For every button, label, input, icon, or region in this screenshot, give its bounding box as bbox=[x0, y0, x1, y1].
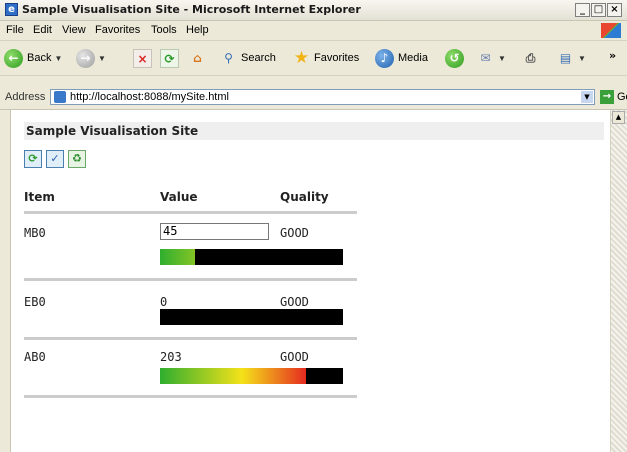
menu-help[interactable]: Help bbox=[186, 24, 209, 36]
forward-arrow-icon: → bbox=[76, 48, 95, 68]
scroll-up-arrow-icon[interactable]: ▲ bbox=[612, 111, 625, 124]
address-field[interactable]: http://localhost:8088/mySite.html ▼ bbox=[50, 89, 595, 105]
address-bar: Address http://localhost:8088/mySite.htm… bbox=[0, 87, 627, 110]
level-fill-mb0 bbox=[160, 249, 195, 265]
stop-icon: × bbox=[133, 48, 152, 68]
row-quality-eb0: GOOD bbox=[280, 295, 309, 309]
address-label: Address bbox=[5, 91, 46, 103]
menu-tools[interactable]: Tools bbox=[151, 24, 177, 36]
address-url[interactable]: http://localhost:8088/mySite.html bbox=[70, 91, 229, 103]
go-button[interactable]: → Go bbox=[600, 90, 627, 104]
level-bar-ab0 bbox=[160, 368, 343, 384]
page-icon-row: ⟳ ✓ ♻ bbox=[24, 150, 86, 168]
edit-button[interactable]: ▤ ▼ bbox=[556, 47, 586, 69]
back-arrow-icon: ← bbox=[4, 48, 23, 68]
value-input-mb0[interactable]: 45 bbox=[160, 223, 269, 240]
edit-page-icon: ▤ bbox=[559, 50, 572, 65]
site-header: Sample Visualisation Site bbox=[24, 122, 604, 140]
print-button[interactable]: ⎙ bbox=[521, 47, 540, 69]
row-item-ab0: AB0 bbox=[24, 350, 46, 364]
refresh-button[interactable]: ⟳ bbox=[160, 47, 179, 69]
edit-dropdown-icon[interactable]: ▼ bbox=[578, 54, 586, 63]
header-value: Value bbox=[160, 190, 198, 204]
row-quality-ab0: GOOD bbox=[280, 350, 309, 364]
mail-button[interactable]: ✉ ▼ bbox=[476, 47, 506, 69]
history-button[interactable]: ↺ bbox=[445, 47, 464, 69]
standard-toolbar: ← Back ▼ → ▼ × ⟳ ⌂ ⚲ Search ★ Favorites … bbox=[0, 41, 627, 76]
favorites-label: Favorites bbox=[314, 52, 360, 64]
vertical-scrollbar[interactable]: ▲ bbox=[610, 110, 627, 452]
level-fill-ab0 bbox=[160, 368, 306, 384]
home-button[interactable]: ⌂ bbox=[188, 47, 207, 69]
menu-view[interactable]: View bbox=[62, 24, 86, 36]
search-label: Search bbox=[241, 52, 276, 64]
favorites-button[interactable]: ★ Favorites bbox=[292, 47, 359, 69]
menu-bar: File Edit View Favorites Tools Help bbox=[0, 21, 627, 41]
chevron-right-icon: » bbox=[609, 48, 617, 62]
recycle-icon[interactable]: ♻ bbox=[68, 150, 86, 168]
page-icon bbox=[54, 91, 66, 103]
header-quality: Quality bbox=[280, 190, 329, 204]
ie-icon: e bbox=[5, 3, 18, 16]
checkbox-icon[interactable]: ✓ bbox=[46, 150, 64, 168]
menu-file[interactable]: File bbox=[6, 24, 24, 36]
row-item-mb0: MB0 bbox=[24, 226, 46, 240]
menu-edit[interactable]: Edit bbox=[33, 24, 52, 36]
home-icon: ⌂ bbox=[193, 50, 202, 65]
row-divider-3 bbox=[24, 395, 357, 398]
media-label: Media bbox=[398, 52, 428, 64]
back-button[interactable]: ← Back ▼ bbox=[4, 47, 62, 69]
go-label: Go bbox=[617, 91, 627, 103]
row-item-eb0: EB0 bbox=[24, 295, 46, 309]
search-button[interactable]: ⚲ Search bbox=[219, 47, 276, 69]
windows-logo-icon bbox=[601, 23, 621, 38]
back-label: Back bbox=[27, 52, 52, 64]
window-title: Sample Visualisation Site - Microsoft In… bbox=[22, 3, 361, 16]
forward-button[interactable]: → ▼ bbox=[76, 47, 106, 69]
toolbar-overflow-button[interactable]: » bbox=[609, 44, 616, 66]
go-arrow-icon: → bbox=[600, 90, 614, 104]
address-dropdown-icon[interactable]: ▼ bbox=[581, 91, 593, 103]
row-value-eb0: 0 bbox=[160, 295, 168, 309]
row-divider-1 bbox=[24, 278, 357, 281]
window-controls: _ □ × bbox=[574, 2, 622, 17]
media-icon: ♪ bbox=[375, 48, 394, 68]
browser-window: e Sample Visualisation Site - Microsoft … bbox=[0, 0, 627, 452]
header-divider bbox=[24, 211, 357, 214]
row-value-ab0: 203 bbox=[160, 350, 182, 364]
level-bar-mb0 bbox=[160, 249, 343, 265]
row-quality-mb0: GOOD bbox=[280, 226, 309, 240]
close-button[interactable]: × bbox=[607, 3, 622, 17]
mail-icon: ✉ bbox=[480, 50, 491, 65]
title-bar: e Sample Visualisation Site - Microsoft … bbox=[0, 0, 627, 21]
history-icon: ↺ bbox=[445, 48, 464, 68]
stop-button[interactable]: × bbox=[133, 47, 152, 69]
page-content: Sample Visualisation Site ⟳ ✓ ♻ Item Val… bbox=[10, 110, 611, 452]
forward-dropdown-icon[interactable]: ▼ bbox=[98, 54, 106, 63]
menu-favorites[interactable]: Favorites bbox=[95, 24, 140, 36]
mail-dropdown-icon[interactable]: ▼ bbox=[498, 54, 506, 63]
maximize-button[interactable]: □ bbox=[591, 3, 606, 17]
minimize-button[interactable]: _ bbox=[575, 3, 590, 17]
refresh-data-icon[interactable]: ⟳ bbox=[24, 150, 42, 168]
level-bar-eb0 bbox=[160, 309, 343, 325]
refresh-icon: ⟳ bbox=[160, 48, 179, 68]
favorites-star-icon: ★ bbox=[293, 47, 310, 68]
print-icon: ⎙ bbox=[525, 50, 536, 65]
back-dropdown-icon[interactable]: ▼ bbox=[54, 54, 62, 63]
site-title: Sample Visualisation Site bbox=[26, 124, 199, 138]
media-button[interactable]: ♪ Media bbox=[375, 47, 428, 69]
header-item: Item bbox=[24, 190, 55, 204]
search-icon: ⚲ bbox=[224, 50, 233, 65]
row-divider-2 bbox=[24, 337, 357, 340]
